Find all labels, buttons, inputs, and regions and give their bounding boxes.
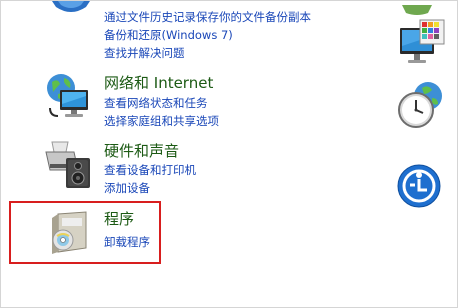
homegroup-link[interactable]: 选择家庭组和共享选项	[104, 113, 219, 129]
network-title[interactable]: 网络和 Internet	[104, 72, 213, 93]
add-device-link[interactable]: 添加设备	[104, 180, 150, 196]
file-history-link[interactable]: 通过文件历史记录保存你的文件备份副本	[104, 9, 311, 25]
hardware-title[interactable]: 硬件和声音	[104, 140, 179, 161]
user-accounts-icon[interactable]	[400, 0, 434, 15]
troubleshoot-link[interactable]: 查找并解决问题	[104, 45, 185, 61]
network-status-link[interactable]: 查看网络状态和任务	[104, 95, 208, 111]
globe-monitor-icon[interactable]	[44, 72, 92, 120]
highlight-box	[9, 201, 161, 264]
devices-printers-link[interactable]: 查看设备和打印机	[104, 162, 196, 178]
clock-globe-icon[interactable]	[396, 80, 446, 130]
printer-speaker-icon[interactable]	[44, 138, 92, 190]
ease-of-access-icon[interactable]	[396, 163, 442, 209]
monitor-palette-icon[interactable]	[398, 18, 446, 70]
shield-icon[interactable]	[50, 0, 92, 14]
backup-restore-link[interactable]: 备份和还原(Windows 7)	[104, 27, 233, 43]
